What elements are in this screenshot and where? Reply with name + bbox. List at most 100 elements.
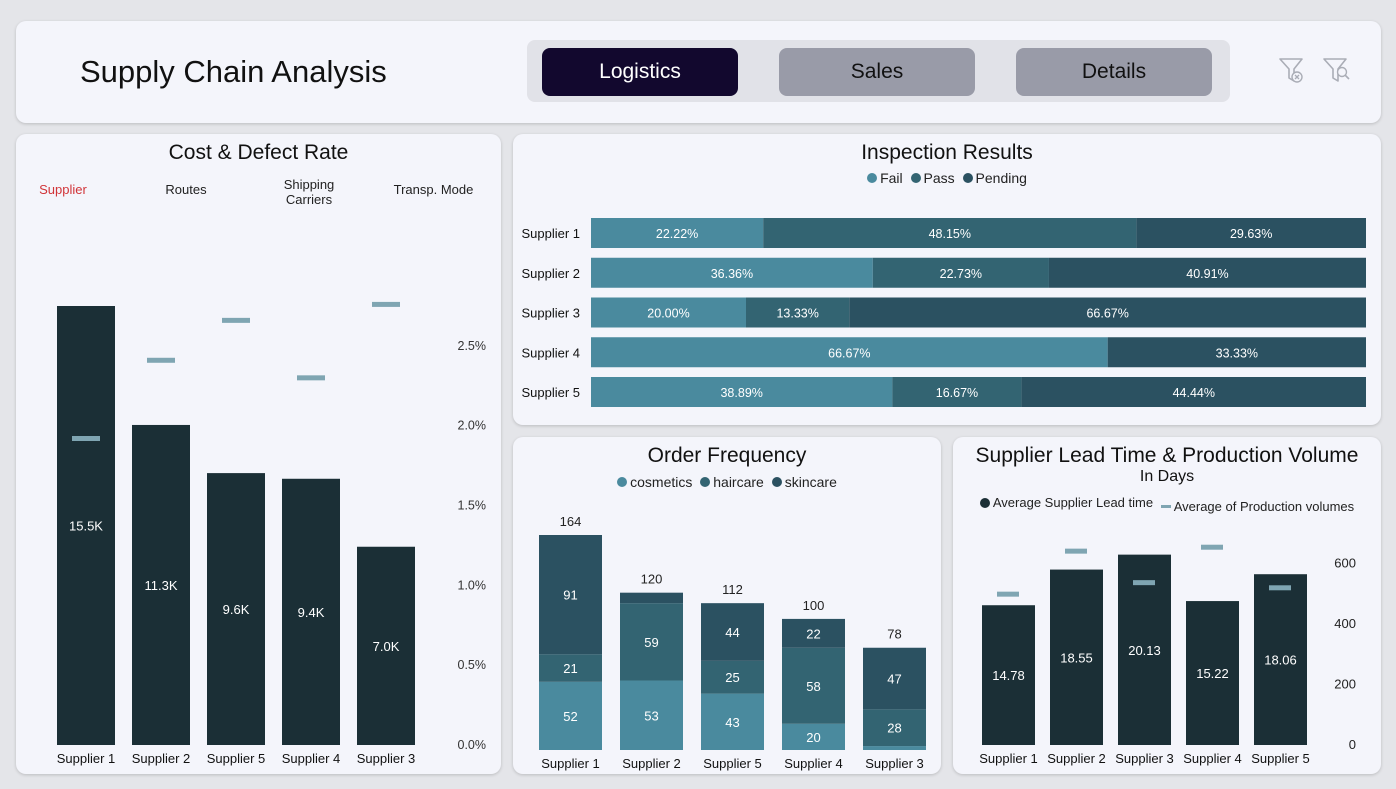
segment-label: 52 <box>563 709 577 724</box>
segment-label: 66.67% <box>1086 307 1128 321</box>
axis-tick-label: 2.0% <box>458 419 487 433</box>
axis-tick-label: 400 <box>1334 616 1356 631</box>
segment-label: 47 <box>887 672 901 687</box>
y-tick-label: Supplier 2 <box>521 266 580 281</box>
x-tick-label: Supplier 5 <box>207 751 266 766</box>
segment-label: 44 <box>725 625 739 640</box>
x-tick-label: Supplier 1 <box>541 756 600 771</box>
production-volume-marker <box>1133 580 1155 586</box>
axis-tick-label: 2.5% <box>458 339 487 353</box>
segment-label: 40.91% <box>1186 267 1228 281</box>
bar-value-label: 15.22 <box>1196 666 1229 681</box>
bar-value-label: 7.0K <box>373 639 400 654</box>
segment-label: 33.33% <box>1216 346 1258 360</box>
tab-logistics[interactable]: Logistics <box>542 48 738 96</box>
x-tick-label: Supplier 5 <box>703 756 762 771</box>
nav-tab-group: Logistics Sales Details <box>527 40 1230 102</box>
axis-tick-label: 0.0% <box>458 738 487 752</box>
total-label: 78 <box>887 627 901 642</box>
axis-tick-label: 0.5% <box>458 658 487 672</box>
y-tick-label: Supplier 5 <box>521 385 580 400</box>
segment-label: 38.89% <box>720 386 762 400</box>
inspection-chart: Supplier 1 22.22% 48.15% 29.63% Supplier 2 36… <box>521 218 1366 407</box>
filter-clear-icon[interactable] <box>1278 56 1306 86</box>
axis-tick-label: 1.0% <box>458 578 487 592</box>
order-segment <box>620 592 683 604</box>
defect-rate-marker <box>147 357 175 363</box>
segment-label: 22 <box>806 626 820 641</box>
x-tick-label: Supplier 4 <box>282 751 341 766</box>
x-tick-label: Supplier 3 <box>865 756 924 771</box>
order-frequency-chart: 52 21 91 164 Supplier 1 53 59 120 Supplier 2 43 25… <box>539 514 926 771</box>
defect-rate-marker <box>297 375 325 381</box>
order-frequency-panel: Order Frequency cosmetics haircare skinc… <box>513 437 941 774</box>
segment-label: 13.33% <box>776 307 818 321</box>
segment-label: 53 <box>644 708 658 723</box>
bar-value-label: 18.55 <box>1060 650 1093 665</box>
production-volume-marker <box>1269 585 1291 591</box>
x-tick-label: Supplier 2 <box>622 756 681 771</box>
order-segment <box>863 746 926 750</box>
inspection-panel: Inspection Results Fail Pass Pending Sup… <box>513 134 1381 425</box>
segment-label: 25 <box>725 670 739 685</box>
segment-label: 43 <box>725 715 739 730</box>
segment-label: 91 <box>563 588 577 603</box>
axis-tick-label: 600 <box>1334 555 1356 570</box>
bar-value-label: 9.6K <box>223 602 250 617</box>
x-tick-label: Supplier 5 <box>1251 751 1310 766</box>
bar-value-label: 9.4K <box>298 605 325 620</box>
bar-value-label: 14.78 <box>992 668 1025 683</box>
production-volume-marker <box>1201 544 1223 550</box>
segment-label: 59 <box>644 635 658 650</box>
lead-time-chart: 0 200 400 600 14.78 Supplier 1 18.55 Supplier 2… <box>979 544 1356 766</box>
page-title: Supply Chain Analysis <box>80 54 387 89</box>
x-tick-label: Supplier 1 <box>57 751 116 766</box>
segment-label: 21 <box>563 661 577 676</box>
header-panel: Supply Chain Analysis Logistics Sales De… <box>16 21 1381 123</box>
segment-label: 29.63% <box>1230 227 1272 241</box>
defect-rate-marker <box>222 317 250 323</box>
defect-rate-marker <box>72 435 100 441</box>
x-tick-label: Supplier 3 <box>357 751 416 766</box>
axis-tick-label: 0 <box>1349 737 1356 752</box>
axis-tick-label: 1.5% <box>458 499 487 513</box>
axis-tick-label: 200 <box>1334 676 1356 691</box>
total-label: 120 <box>641 572 663 587</box>
x-tick-label: Supplier 2 <box>132 751 191 766</box>
segment-label: 28 <box>887 721 901 736</box>
tab-details[interactable]: Details <box>1016 48 1212 96</box>
filter-search-icon[interactable] <box>1322 56 1352 86</box>
bar-value-label: 20.13 <box>1128 643 1161 658</box>
segment-label: 22.73% <box>940 267 982 281</box>
defect-rate-marker <box>372 301 400 307</box>
x-tick-label: Supplier 4 <box>1183 751 1242 766</box>
bar-value-label: 18.06 <box>1264 653 1297 668</box>
segment-label: 20.00% <box>647 307 689 321</box>
cost-defect-panel: Cost & Defect Rate Supplier Routes Shipp… <box>16 134 501 774</box>
production-volume-marker <box>1065 548 1087 554</box>
segment-label: 20 <box>806 730 820 745</box>
tab-sales[interactable]: Sales <box>779 48 975 96</box>
y-tick-label: Supplier 1 <box>521 226 580 241</box>
y-tick-label: Supplier 4 <box>521 345 580 360</box>
x-tick-label: Supplier 3 <box>1115 751 1174 766</box>
lead-time-panel: Supplier Lead Time & Production Volume I… <box>953 437 1381 774</box>
bar-value-label: 11.3K <box>144 578 177 593</box>
production-volume-marker <box>997 591 1019 597</box>
x-tick-label: Supplier 4 <box>784 756 843 771</box>
x-tick-label: Supplier 1 <box>979 751 1038 766</box>
segment-label: 58 <box>806 679 820 694</box>
total-label: 112 <box>722 582 743 597</box>
segment-label: 48.15% <box>929 227 971 241</box>
segment-label: 44.44% <box>1173 386 1215 400</box>
total-label: 164 <box>560 514 582 529</box>
segment-label: 22.22% <box>656 227 698 241</box>
segment-label: 66.67% <box>828 346 870 360</box>
cost-defect-chart: 0.0% 0.5% 1.0% 1.5% 2.0% 2.5% 15.5K Supplier 1 1… <box>57 301 487 766</box>
segment-label: 36.36% <box>711 267 753 281</box>
x-tick-label: Supplier 2 <box>1047 751 1106 766</box>
bar-value-label: 15.5K <box>69 519 103 534</box>
segment-label: 16.67% <box>936 386 978 400</box>
total-label: 100 <box>803 598 825 613</box>
y-tick-label: Supplier 3 <box>521 306 580 321</box>
